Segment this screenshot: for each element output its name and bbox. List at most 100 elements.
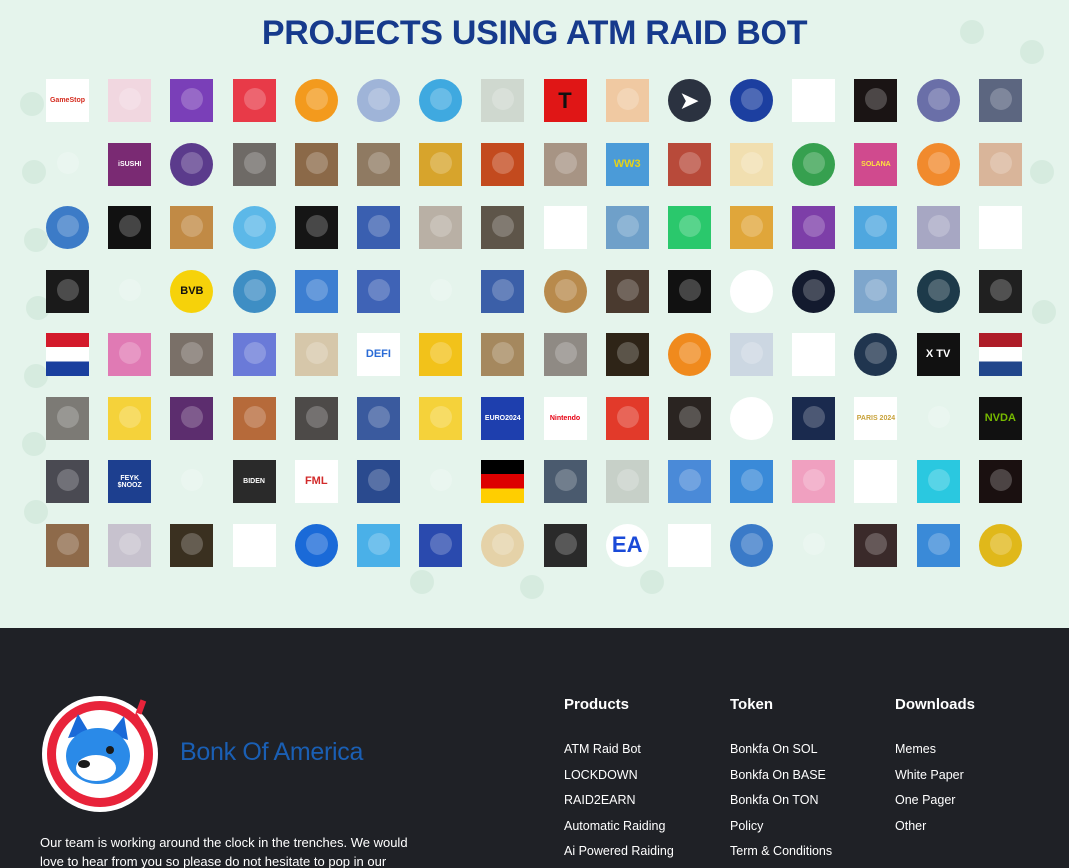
bitcoin-man-logo[interactable] bbox=[854, 206, 898, 249]
footer-link-atm-raid-bot[interactable]: ATM Raid Bot bbox=[564, 740, 674, 766]
no-cat-logo[interactable] bbox=[730, 396, 774, 440]
batman-logo[interactable] bbox=[46, 460, 89, 503]
rick-astley-logo[interactable] bbox=[916, 206, 960, 249]
green-clover-logo[interactable] bbox=[667, 206, 711, 249]
orange-ape-logo[interactable] bbox=[916, 460, 960, 503]
purple-dragon-2-logo[interactable] bbox=[916, 269, 960, 313]
orange-bottle-logo[interactable] bbox=[108, 206, 152, 249]
cat-sign-logo[interactable] bbox=[170, 333, 214, 376]
burning-planet-logo[interactable] bbox=[978, 460, 1022, 503]
croatia-flag-logo[interactable] bbox=[46, 333, 89, 376]
footer-link-bonkfa-ton[interactable]: Bonkfa On TON bbox=[730, 791, 832, 817]
bike-dog-logo[interactable] bbox=[543, 333, 587, 376]
bonk-of-america-logo-icon[interactable] bbox=[40, 694, 160, 814]
kitten-logo[interactable] bbox=[419, 269, 463, 313]
sunglasses-man-logo[interactable] bbox=[356, 142, 400, 186]
white-cat-logo[interactable] bbox=[730, 460, 774, 503]
pixel-frog-logo[interactable] bbox=[294, 269, 338, 313]
feyk-snooz-logo[interactable]: FEYK $NOOZ bbox=[108, 460, 152, 503]
pepe-flag-logo[interactable] bbox=[356, 206, 400, 249]
cat-blue-logo[interactable] bbox=[419, 79, 463, 122]
winged-skull-logo[interactable] bbox=[46, 269, 89, 313]
goblin-logo[interactable] bbox=[667, 333, 711, 376]
ea-sports-logo[interactable]: EA bbox=[605, 523, 649, 567]
wolf-beast-logo[interactable] bbox=[481, 206, 525, 249]
gamestop-logo[interactable]: GameStop bbox=[46, 79, 89, 122]
purple-dragon-logo[interactable] bbox=[170, 142, 214, 186]
brand-name[interactable]: Bonk Of America bbox=[180, 738, 363, 767]
isushi-logo[interactable]: iSUSHI bbox=[108, 142, 152, 186]
stars-globe-logo[interactable] bbox=[730, 79, 774, 122]
fire-character-logo[interactable] bbox=[481, 142, 525, 186]
ancient-coin-logo[interactable] bbox=[543, 269, 587, 313]
pepe-dance-logo[interactable] bbox=[170, 396, 214, 440]
throne-logo[interactable] bbox=[605, 206, 649, 249]
footer-link-policy[interactable]: Policy bbox=[730, 817, 832, 843]
gold-statue-logo[interactable] bbox=[46, 523, 89, 567]
black-cat-logo[interactable] bbox=[916, 79, 960, 122]
green-alien-logo[interactable] bbox=[419, 333, 463, 376]
nvidia-logo[interactable]: NVDA bbox=[978, 396, 1022, 440]
footer-link-raid2earn[interactable]: RAID2EARN bbox=[564, 791, 674, 817]
pepe-pink-logo[interactable] bbox=[46, 206, 89, 249]
white-seal-logo[interactable] bbox=[543, 206, 587, 249]
daffy-duck-logo[interactable] bbox=[232, 333, 276, 376]
camel-logo[interactable] bbox=[854, 460, 898, 503]
pink-pepe-logo[interactable] bbox=[792, 460, 836, 503]
doge-round-logo[interactable] bbox=[481, 523, 525, 567]
jason-logo[interactable] bbox=[854, 523, 898, 567]
cowboy-dog-logo[interactable] bbox=[170, 206, 214, 249]
solana-community-logo[interactable]: SOLANA bbox=[854, 142, 898, 186]
purple-blob-logo[interactable] bbox=[916, 396, 960, 440]
red-block-logo[interactable] bbox=[419, 142, 463, 186]
hamster-logo[interactable] bbox=[419, 206, 463, 249]
anime-girl-logo[interactable] bbox=[170, 79, 214, 122]
hat-logo[interactable] bbox=[356, 523, 400, 567]
alien-dog-logo[interactable] bbox=[419, 460, 463, 503]
ramen-logo[interactable] bbox=[294, 206, 338, 249]
mouse-toy-logo[interactable] bbox=[481, 333, 525, 376]
snow-forest-logo[interactable] bbox=[854, 269, 898, 313]
abstract-logo[interactable] bbox=[108, 523, 152, 567]
hand-meme-logo[interactable] bbox=[356, 79, 400, 122]
dogs-table-logo[interactable] bbox=[232, 396, 276, 440]
cat-stretch-logo[interactable] bbox=[543, 142, 587, 186]
bart-logo[interactable] bbox=[543, 523, 587, 567]
trump-logo[interactable] bbox=[667, 142, 711, 186]
footer-link-other[interactable]: Other bbox=[895, 817, 975, 843]
fire-planet-logo[interactable] bbox=[854, 79, 898, 122]
sculpture-logo[interactable] bbox=[294, 142, 338, 186]
footer-link-ai-powered-raiding[interactable]: Ai Powered Raiding bbox=[564, 842, 674, 868]
blue-monster-logo[interactable] bbox=[108, 333, 152, 376]
pepe-round-logo[interactable] bbox=[792, 142, 836, 186]
defi-logo[interactable]: DEFI bbox=[356, 333, 400, 376]
blue-cat-logo[interactable] bbox=[232, 269, 276, 313]
hooded-figure-logo[interactable] bbox=[978, 269, 1022, 313]
angry-fire-logo[interactable] bbox=[170, 460, 214, 503]
cartoon-dog-logo[interactable] bbox=[978, 206, 1022, 249]
trump-crowd-logo[interactable] bbox=[46, 396, 89, 440]
netherlands-flag-logo[interactable] bbox=[978, 333, 1022, 376]
penguin-logo[interactable] bbox=[481, 79, 525, 122]
scooter-dog-logo[interactable] bbox=[232, 142, 276, 186]
astronaut-logo[interactable] bbox=[792, 396, 836, 440]
bulldog-sign-logo[interactable] bbox=[543, 460, 587, 503]
usa-dog-logo[interactable] bbox=[419, 523, 463, 567]
sleeping-cat-logo[interactable] bbox=[294, 396, 338, 440]
footer-link-white-paper[interactable]: White Paper bbox=[895, 766, 975, 792]
dog-sign-logo[interactable] bbox=[978, 79, 1022, 122]
white-mouse-logo[interactable] bbox=[46, 142, 89, 186]
footer-link-automatic-raiding[interactable]: Automatic Raiding bbox=[564, 817, 674, 843]
shiba-logo[interactable] bbox=[916, 142, 960, 186]
gold-triangle-logo[interactable] bbox=[978, 523, 1022, 567]
penguins-logo[interactable] bbox=[605, 460, 649, 503]
green-watch-logo[interactable] bbox=[792, 206, 836, 249]
beach-dog-logo[interactable] bbox=[916, 523, 960, 567]
e-round-logo[interactable] bbox=[294, 523, 338, 567]
cartoon-mascot-logo[interactable] bbox=[232, 79, 276, 122]
garfield-logo[interactable] bbox=[294, 79, 338, 122]
footer-link-lockdown[interactable]: LOCKDOWN bbox=[564, 766, 674, 792]
nintendo-logo[interactable]: Nintendo bbox=[543, 396, 587, 440]
baby-logo[interactable] bbox=[978, 142, 1022, 186]
blue-throne-logo[interactable] bbox=[481, 269, 525, 313]
